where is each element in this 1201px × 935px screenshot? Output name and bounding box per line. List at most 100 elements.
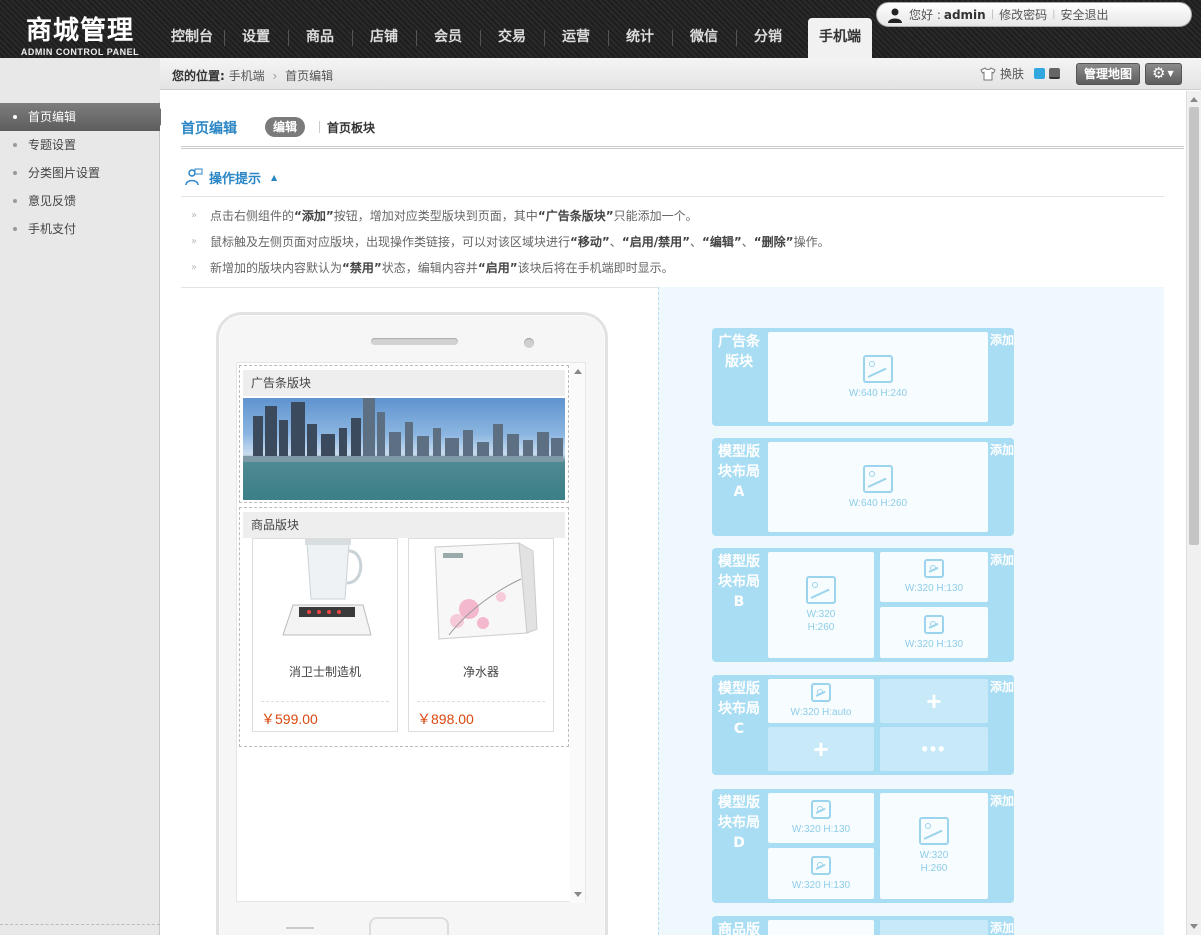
phone-scrollbar[interactable] [570, 363, 585, 903]
logout-link[interactable]: 安全退出 [1060, 6, 1108, 23]
nav-dashboard[interactable]: 控制台 [160, 18, 224, 58]
plus-icon: + [926, 686, 942, 716]
shirt-icon [980, 66, 996, 80]
goods-block[interactable]: 商品版块 消卫士制造机 ￥599.00 净水器 ￥898.00 [239, 507, 569, 747]
module-label: 模型版块布局A [718, 444, 760, 500]
banner-block[interactable]: 广告条版块 [239, 365, 569, 503]
add-button[interactable]: 添加 [990, 789, 1014, 841]
add-button[interactable]: 添加 [990, 328, 1014, 380]
image-placeholder-icon [863, 464, 893, 493]
logo: 商城管理 ADMIN CONTROL PANEL [0, 0, 160, 58]
sidebar-item-topics[interactable]: 专题设置 [0, 131, 160, 159]
breadcrumb-bar: 您的位置: 手机端 › 首页编辑 换肤 管理地图 ⚙ ▼ [160, 58, 1201, 90]
module-label: 模型版块布局B [718, 554, 760, 610]
image-slot: W:320 H:130 [880, 607, 988, 658]
image-placeholder-icon [811, 683, 831, 702]
image-slot: W:640 H:240 [768, 332, 988, 422]
image-placeholder-icon [806, 576, 836, 604]
main-nav: 控制台 设置 商品 店铺 会员 交易 运营 统计 微信 分销 手机端 [160, 18, 872, 58]
nav-goods[interactable]: 商品 [288, 18, 352, 58]
separator: | [1052, 9, 1056, 20]
nav-operation[interactable]: 运营 [544, 18, 608, 58]
more-slot[interactable]: ••• [880, 727, 988, 771]
image-slot: W:320 H:130 [768, 848, 874, 899]
add-button[interactable]: 添加 [990, 438, 1014, 490]
phone-menu-button [286, 927, 314, 929]
scroll-thumb[interactable] [1189, 107, 1199, 545]
product-name: 净水器 [462, 665, 499, 679]
product-card[interactable]: 净水器 ￥898.00 [408, 538, 554, 732]
scroll-down-arrow-icon[interactable] [574, 892, 582, 897]
user-bar: 您好 : admin | 修改密码 | 安全退出 [876, 2, 1192, 27]
tips-icon [185, 168, 203, 186]
logo-subtitle: ADMIN CONTROL PANEL [20, 47, 140, 57]
sidebar-item-mobile-payment[interactable]: 手机支付 [0, 215, 160, 243]
tips-toggle[interactable]: 操作提示 ▲ [185, 167, 277, 187]
tab-edit[interactable]: 编辑 [265, 117, 306, 137]
tip-item: 鼠标触及左侧页面对应版块，出现操作类链接，可以对该区域块进行“移动”、“启用/禁… [191, 233, 1161, 259]
add-button[interactable]: 添加 [990, 548, 1014, 600]
breadcrumb-level1: 手机端 [228, 69, 265, 83]
nav-wechat[interactable]: 微信 [672, 18, 736, 58]
phone-camera [524, 338, 534, 348]
nav-members[interactable]: 会员 [416, 18, 480, 58]
phone-home-button [369, 917, 449, 935]
username: admin [943, 7, 986, 22]
product-name: 消卫士制造机 [288, 665, 361, 679]
product-price: ￥599.00 [261, 711, 318, 727]
skin-label[interactable]: 换肤 [1000, 65, 1024, 82]
admin-map-button[interactable]: 管理地图 [1076, 63, 1141, 85]
tab-home-blocks[interactable]: 首页板块 [327, 119, 375, 136]
module-label: 广告条版块 [718, 334, 760, 370]
module-banner: 广告条版块 添加 W:640 H:240 [712, 328, 1014, 426]
module-layout-d: 模型版块布局D 添加 W:320 H:130 W:320 H:130 W:320… [712, 789, 1014, 903]
module-panel: 广告条版块 添加 W:640 H:240 模型版块布局A 添加 W:640 H:… [658, 287, 1164, 935]
product-card[interactable]: 消卫士制造机 ￥599.00 [252, 538, 398, 732]
image-placeholder-icon [863, 354, 893, 383]
add-button[interactable]: 添加 [990, 916, 1014, 935]
tab-row: 首页编辑 编辑 首页板块 [181, 111, 1184, 149]
change-password-link[interactable]: 修改密码 [999, 6, 1047, 23]
image-slot: W:320 H:130 [768, 793, 874, 843]
scroll-down-arrow-icon[interactable] [1190, 924, 1198, 929]
image-slot: W:320 H:260 [768, 552, 874, 658]
skin-gray-swatch[interactable] [1049, 68, 1061, 79]
add-slot[interactable]: + [880, 679, 988, 723]
add-slot[interactable]: + [768, 727, 874, 771]
caret-up-icon: ▲ [271, 172, 278, 182]
nav-distribution[interactable]: 分销 [736, 18, 800, 58]
image-slot: W:320 H:130 [880, 552, 988, 602]
image-slot: W:320 H:auto [768, 679, 874, 723]
sidebar-item-home-edit[interactable]: 首页编辑 [0, 103, 167, 131]
image-placeholder-icon [811, 800, 831, 819]
page-title: 首页编辑 [181, 121, 237, 137]
add-button[interactable]: 添加 [990, 675, 1014, 727]
nav-settings[interactable]: 设置 [224, 18, 288, 58]
nav-mobile[interactable]: 手机端 [808, 18, 872, 58]
tips-title: 操作提示 [209, 171, 262, 187]
sidebar-item-feedback[interactable]: 意见反馈 [0, 187, 160, 215]
nav-trade[interactable]: 交易 [480, 18, 544, 58]
image-slot: W:640 H:260 [768, 442, 988, 532]
tab-separator [319, 121, 320, 133]
scroll-up-arrow-icon[interactable] [574, 369, 582, 374]
scroll-up-arrow-icon[interactable] [1190, 97, 1198, 102]
water-purifier-image [409, 539, 553, 651]
product-price: ￥898.00 [417, 711, 474, 727]
sidebar-menu: 首页编辑 专题设置 分类图片设置 意见反馈 手机支付 [0, 103, 167, 243]
divider [181, 196, 1164, 197]
more-dots-icon: ••• [921, 738, 947, 759]
image-slot [768, 920, 874, 935]
image-placeholder-icon [811, 855, 831, 875]
main-content: 首页编辑 编辑 首页板块 操作提示 ▲ 点击右侧组件的“添加”按钮，增加对应类型… [161, 91, 1186, 935]
chevron-right-icon: › [272, 69, 278, 83]
module-label: 商品版 [718, 922, 760, 935]
caret-down-icon: ▼ [1167, 69, 1174, 78]
sidebar-item-category-images[interactable]: 分类图片设置 [0, 159, 160, 187]
nav-stats[interactable]: 统计 [608, 18, 672, 58]
page-scrollbar[interactable] [1186, 91, 1201, 935]
module-layout-a: 模型版块布局A 添加 W:640 H:260 [712, 438, 1014, 536]
skin-blue-swatch[interactable] [1034, 68, 1046, 79]
nav-stores[interactable]: 店铺 [352, 18, 416, 58]
settings-dropdown-button[interactable]: ⚙ ▼ [1145, 63, 1182, 85]
